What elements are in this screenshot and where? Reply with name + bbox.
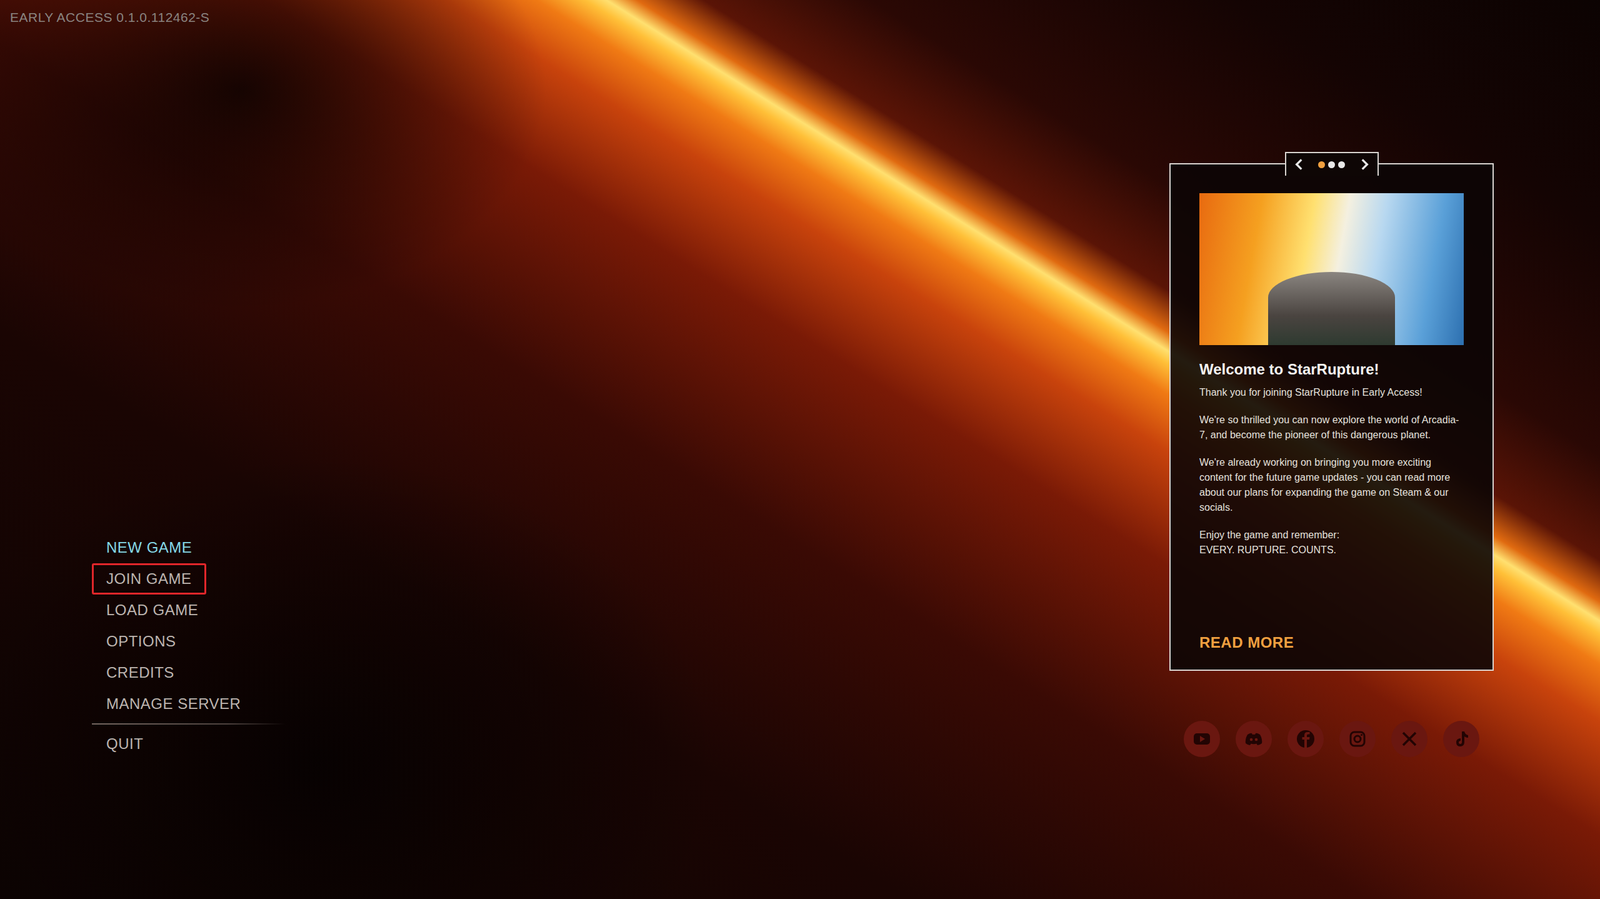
social-button[interactable] (1235, 720, 1272, 757)
carousel-dot[interactable] (1318, 161, 1325, 169)
news-paragraph: We're already working on bringing you mo… (1199, 455, 1464, 515)
menu-item[interactable]: JOIN GAME (91, 563, 207, 595)
news-paragraph: Enjoy the game and remember: EVERY. RUPT… (1199, 527, 1464, 558)
menu-item[interactable]: OPTIONS (91, 625, 191, 657)
social-button[interactable] (1183, 720, 1220, 757)
menu-item[interactable]: NEW GAME (91, 531, 207, 564)
news-body: Thank you for joining StarRupture in Ear… (1199, 385, 1464, 570)
facebook-icon (1293, 726, 1319, 752)
version-label: EARLY ACCESS 0.1.0.112462-S (10, 8, 1600, 27)
main-menu-screen: EARLY ACCESS 0.1.0.112462-S NEW GAMEJOIN … (0, 0, 1600, 899)
news-paragraph: Thank you for joining StarRupture in Ear… (1199, 385, 1464, 400)
social-button[interactable] (1391, 720, 1428, 757)
carousel-dot[interactable] (1338, 161, 1345, 169)
chevron-right-icon[interactable] (1357, 157, 1372, 172)
x-logo-icon (1396, 726, 1422, 752)
news-carousel-nav (1285, 151, 1379, 176)
news-title: Welcome to StarRupture! (1199, 360, 1464, 379)
news-card: Welcome to StarRupture! Thank you for joi… (1169, 163, 1494, 671)
menu-item[interactable]: LOAD GAME (91, 594, 213, 626)
news-image (1199, 193, 1464, 345)
dome-structure (1268, 271, 1395, 345)
discord-icon (1241, 726, 1267, 752)
quit-button[interactable]: QUIT (91, 728, 158, 760)
instagram-icon (1345, 726, 1370, 752)
news-paragraph: We're so thrilled you can now explore th… (1199, 412, 1464, 443)
read-more-link[interactable]: READ MORE (1199, 620, 1464, 652)
social-button[interactable] (1443, 720, 1480, 757)
chevron-left-icon[interactable] (1292, 157, 1307, 172)
menu-separator (91, 723, 286, 725)
menu-item[interactable]: CREDITS (91, 656, 189, 689)
main-menu: NEW GAMEJOIN GAMELOAD GAMEOPTIONSCREDITS… (91, 531, 286, 760)
youtube-icon (1189, 726, 1215, 752)
menu-item[interactable]: MANAGE SERVER (91, 688, 255, 720)
carousel-dot[interactable] (1328, 161, 1335, 169)
tiktok-icon (1448, 726, 1474, 752)
social-links (1169, 720, 1494, 757)
social-button[interactable] (1287, 720, 1324, 757)
social-button[interactable] (1339, 720, 1376, 757)
